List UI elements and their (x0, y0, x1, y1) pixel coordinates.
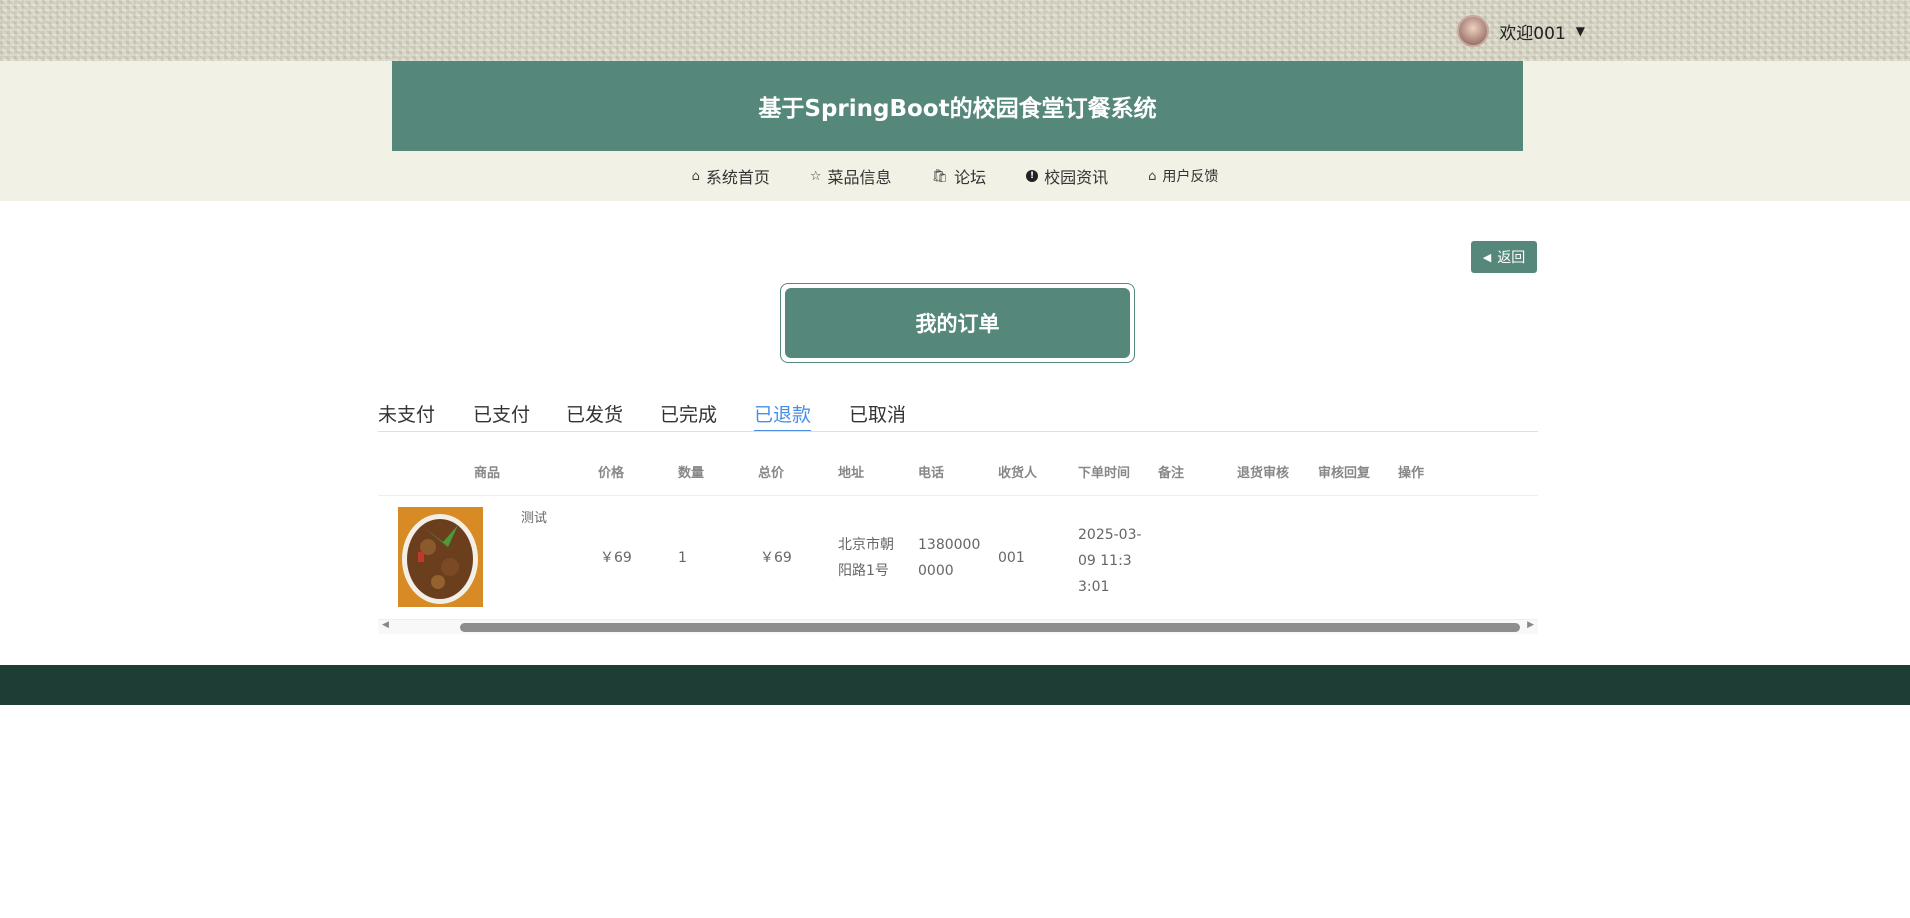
tab-shipped[interactable]: 已发货 (566, 400, 623, 432)
caret-left-icon: ◀ (1483, 251, 1491, 264)
nav-dishes[interactable]: ☆ 菜品信息 (810, 164, 892, 188)
home-icon: ⌂ (692, 169, 700, 184)
product-name: 测试 (521, 506, 547, 532)
col-header: 下单时间 (1078, 462, 1158, 481)
col-header: 操作 (1398, 462, 1478, 481)
nav-label: 菜品信息 (828, 164, 892, 188)
col-header: 收货人 (998, 462, 1078, 481)
col-header: 备注 (1158, 462, 1238, 481)
col-header: 审核回复 (1318, 462, 1398, 481)
product-image (398, 507, 483, 607)
nav-label: 用户反馈 (1162, 166, 1218, 186)
home-icon: ⌂ (1148, 169, 1156, 184)
back-label: 返回 (1497, 247, 1525, 267)
nav-forum[interactable]: 🛍︎ 论坛 (932, 164, 987, 188)
cell-total: ￥69 (760, 545, 792, 571)
tab-paid[interactable]: 已支付 (473, 400, 530, 432)
cell-address: 北京市朝阳路1号 (838, 532, 900, 584)
nav-news[interactable]: ! 校园资讯 (1026, 164, 1108, 188)
cell-price: ￥69 (600, 545, 632, 571)
col-header: 地址 (838, 462, 918, 481)
tab-refunded[interactable]: 已退款 (754, 400, 811, 432)
avatar (1457, 15, 1489, 47)
tab-completed[interactable]: 已完成 (660, 400, 717, 432)
col-header: 数量 (678, 462, 758, 481)
main-nav: ⌂ 系统首页 ☆ 菜品信息 🛍︎ 论坛 ! 校园资讯 ⌂ 用户反馈 (0, 151, 1910, 201)
scroll-left-icon[interactable]: ◀ (382, 620, 389, 630)
nav-label: 系统首页 (706, 164, 770, 188)
tab-cancelled[interactable]: 已取消 (849, 400, 906, 432)
top-bar (0, 0, 1910, 61)
nav-label: 论坛 (954, 164, 986, 188)
cell-qty: 1 (678, 545, 687, 571)
tab-unpaid[interactable]: 未支付 (378, 400, 435, 432)
user-menu[interactable]: 欢迎001 ▼ (1457, 15, 1585, 47)
cell-time: 2025-03-09 11:33:01 (1078, 522, 1144, 600)
nav-label: 校园资讯 (1044, 164, 1108, 188)
page-title: 我的订单 (785, 288, 1130, 358)
col-header: 电话 (918, 462, 998, 481)
col-header: 退货审核 (1237, 462, 1317, 481)
col-header: 价格 (598, 462, 678, 481)
bag-icon: 🛍︎ (932, 169, 949, 184)
alert-icon: ! (1026, 170, 1038, 182)
footer (0, 665, 1910, 705)
page-title-frame: 我的订单 (780, 283, 1135, 363)
tab-divider (378, 431, 1538, 432)
scroll-right-icon[interactable]: ▶ (1527, 620, 1534, 630)
user-label: 欢迎001 (1499, 19, 1565, 44)
scrollbar-thumb[interactable] (460, 623, 1520, 632)
header-divider (378, 495, 1538, 496)
star-icon: ☆ (810, 169, 822, 184)
site-title: 基于SpringBoot的校园食堂订餐系统 (392, 61, 1523, 151)
nav-feedback[interactable]: ⌂ 用户反馈 (1148, 166, 1218, 186)
back-button[interactable]: ◀ 返回 (1471, 241, 1537, 273)
nav-home[interactable]: ⌂ 系统首页 (692, 164, 770, 188)
cell-phone: 13800000000 (918, 532, 984, 584)
caret-down-icon: ▼ (1576, 24, 1585, 38)
col-header: 总价 (758, 462, 838, 481)
cell-receiver: 001 (998, 545, 1025, 571)
col-header: 商品 (474, 462, 554, 481)
